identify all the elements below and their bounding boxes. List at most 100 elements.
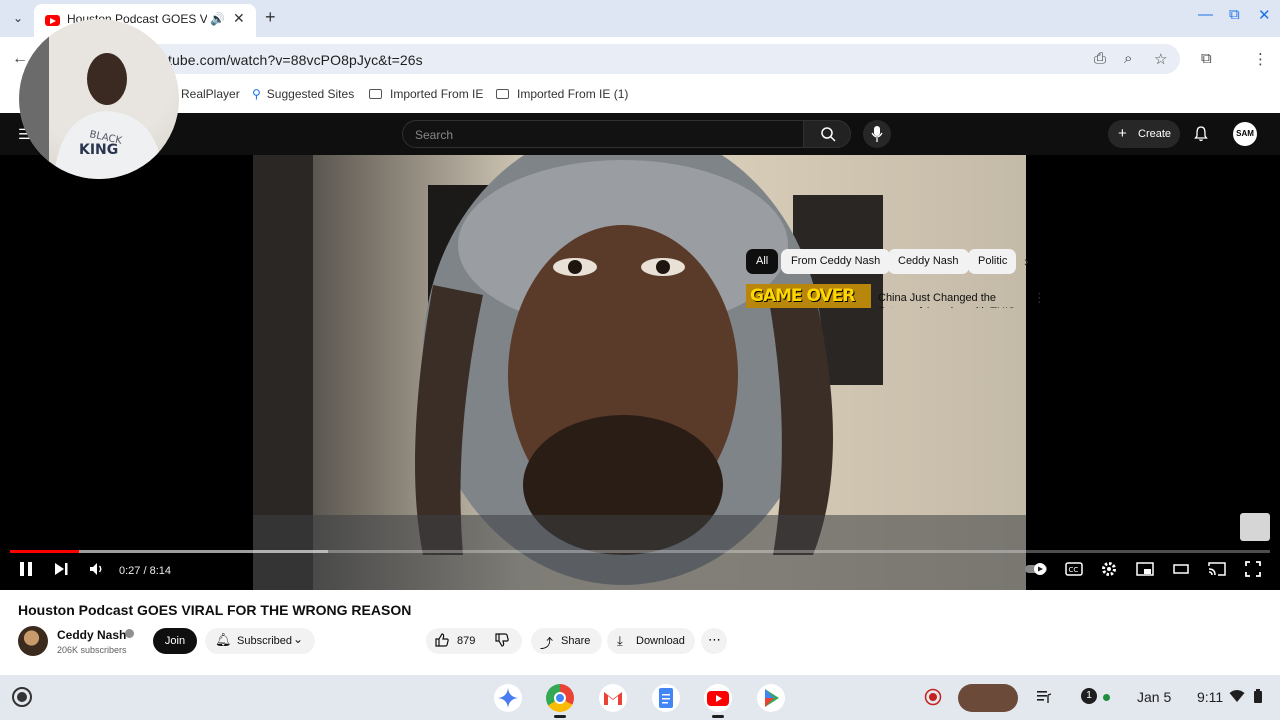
youtube-favicon-icon <box>45 15 60 26</box>
progress-bar[interactable] <box>10 550 1270 553</box>
bell-icon: 🔔︎ <box>215 632 232 647</box>
holding-space-thumbnails[interactable] <box>958 684 1018 712</box>
status-dot-icon <box>1103 694 1110 701</box>
chip-from-channel[interactable]: From Ceddy Nash <box>781 249 891 274</box>
download-icon: ⤓ <box>617 633 623 648</box>
youtube-app-icon[interactable] <box>704 684 732 712</box>
clock-time[interactable]: 9:11 <box>1197 689 1223 705</box>
bookmark-realplayer[interactable]: RealPlayer <box>181 87 240 101</box>
search-placeholder: Search <box>415 128 454 142</box>
menu-dots-icon[interactable]: ⋮ <box>1253 50 1268 68</box>
next-video-icon[interactable] <box>53 561 69 580</box>
settings-gear-icon[interactable] <box>1101 561 1117 580</box>
youtube-page: ☰ Search + Create SAM 0:27 / 8:14 CC Hou… <box>0 113 1280 675</box>
window-close-icon[interactable]: ✕ <box>1258 6 1271 24</box>
notification-count[interactable]: 1 <box>1081 688 1097 704</box>
minimize-icon[interactable]: — <box>1198 6 1213 23</box>
docs-icon[interactable] <box>652 684 680 712</box>
account-avatar[interactable]: SAM <box>1233 122 1257 146</box>
video-player[interactable]: 0:27 / 8:14 CC <box>0 155 1280 590</box>
chevron-down-icon: ⌄ <box>293 632 304 646</box>
mic-icon <box>871 126 883 142</box>
chip-all[interactable]: All <box>746 249 779 274</box>
channel-avatar[interactable] <box>18 626 48 656</box>
autoplay-toggle[interactable] <box>1025 561 1049 580</box>
download-label: Download <box>636 635 685 647</box>
share-label: Share <box>561 635 591 647</box>
captions-icon[interactable]: CC <box>1065 561 1083 580</box>
tab-close-icon[interactable]: ✕ <box>233 10 245 27</box>
chrome-icon[interactable] <box>546 684 574 712</box>
date-display[interactable]: Jan 5 <box>1137 689 1171 705</box>
bookmark-label: Suggested Sites <box>266 87 355 101</box>
chevron-right-icon[interactable]: › <box>1024 253 1029 269</box>
channel-watermark[interactable] <box>1240 513 1270 541</box>
new-tab-icon[interactable]: + <box>265 7 276 28</box>
webcam-overlay: BLACK KING <box>19 19 179 179</box>
volume-icon[interactable] <box>89 561 105 580</box>
theater-mode-icon[interactable] <box>1173 561 1189 580</box>
download-button[interactable]: ⤓ Download <box>607 628 695 654</box>
join-button[interactable]: Join <box>153 628 197 654</box>
launcher-icon[interactable] <box>12 687 32 707</box>
gemini-icon[interactable] <box>494 684 522 712</box>
thumbnail-text: GAME OVER <box>750 286 855 306</box>
bookmark-label: RealPlayer <box>181 87 240 101</box>
tab-search-chevron-icon[interactable]: ⌄ <box>8 8 28 28</box>
video-frame[interactable] <box>253 155 1026 590</box>
wifi-icon[interactable] <box>1229 689 1245 706</box>
like-count[interactable]: 879 <box>457 635 475 647</box>
media-controls-icon[interactable] <box>1036 689 1052 708</box>
pause-icon[interactable] <box>18 561 34 580</box>
gmail-icon[interactable] <box>599 684 627 712</box>
dislike-button[interactable] <box>495 633 509 650</box>
create-button[interactable]: + Create <box>1108 120 1180 148</box>
tab-strip: ⌄ Houston Podcast GOES VI 🔊 ✕ + — ⧉ ✕ <box>0 0 1280 37</box>
bookmark-label: Imported From IE (1) <box>517 87 629 101</box>
more-dots-icon: ⋯ <box>708 632 721 647</box>
fullscreen-icon[interactable] <box>1245 561 1261 580</box>
webcam-person-image: BLACK KING <box>19 19 164 179</box>
restore-icon[interactable]: ⧉ <box>1229 6 1240 23</box>
chip-politics[interactable]: Politic <box>968 249 1016 274</box>
video-details: Houston Podcast GOES VIRAL FOR THE WRONG… <box>0 590 1280 675</box>
subscribed-button[interactable]: 🔔︎ Subscribed ⌄ <box>205 628 315 654</box>
bookmark-star-icon[interactable]: ☆ <box>1154 50 1167 68</box>
notifications-bell-icon[interactable] <box>1193 126 1209 142</box>
audio-playing-icon[interactable]: 🔊 <box>210 12 225 26</box>
voice-search-button[interactable] <box>863 120 891 148</box>
recommended-thumbnail[interactable]: GAME OVER <box>746 284 871 308</box>
recommended-menu-icon[interactable]: ⋮ <box>1033 290 1046 306</box>
plus-icon: + <box>1118 125 1127 142</box>
thumbs-down-icon <box>495 633 509 647</box>
thumbs-up-icon <box>435 633 449 647</box>
bookmark-imported-from-ie-1[interactable]: Imported From IE (1) <box>496 87 628 101</box>
bookmark-label: Imported From IE <box>390 87 484 101</box>
extensions-icon[interactable]: ⧉ <box>1201 50 1212 67</box>
battery-icon[interactable] <box>1253 689 1263 707</box>
search-button[interactable] <box>803 120 851 148</box>
bookmark-imported-from-ie[interactable]: Imported From IE <box>369 87 483 101</box>
subscriber-count: 206K subscribers <box>57 645 127 655</box>
chip-ceddy-nash[interactable]: Ceddy Nash <box>888 249 969 274</box>
play-store-icon[interactable] <box>757 684 785 712</box>
miniplayer-icon[interactable] <box>1136 561 1154 580</box>
svg-text:CC: CC <box>1069 566 1079 574</box>
url-text[interactable]: tube.com/watch?v=88vcPO8pJyc&t=26s <box>168 52 423 68</box>
search-icon: ⚲ <box>252 87 261 101</box>
video-title: Houston Podcast GOES VIRAL FOR THE WRONG… <box>18 602 412 618</box>
zoom-icon[interactable]: ⌕ <box>1124 50 1132 67</box>
screen-record-icon[interactable] <box>924 688 942 709</box>
share-button[interactable]: ⤴ Share <box>531 628 602 654</box>
recommended-title[interactable]: China Just Changed the Future of America… <box>878 291 1028 308</box>
more-actions-button[interactable]: ⋯ <box>701 628 727 654</box>
channel-name[interactable]: Ceddy Nash <box>57 628 126 642</box>
folder-icon <box>496 89 509 99</box>
like-button[interactable] <box>435 633 449 650</box>
cast-icon[interactable] <box>1208 561 1226 580</box>
install-app-icon[interactable]: ⎙ <box>1094 50 1106 67</box>
youtube-header: ☰ Search + Create SAM <box>0 113 1280 155</box>
bookmark-suggested-sites[interactable]: ⚲ Suggested Sites <box>252 87 354 101</box>
like-dislike-group: 879 <box>426 628 522 654</box>
search-input[interactable]: Search <box>402 120 804 148</box>
